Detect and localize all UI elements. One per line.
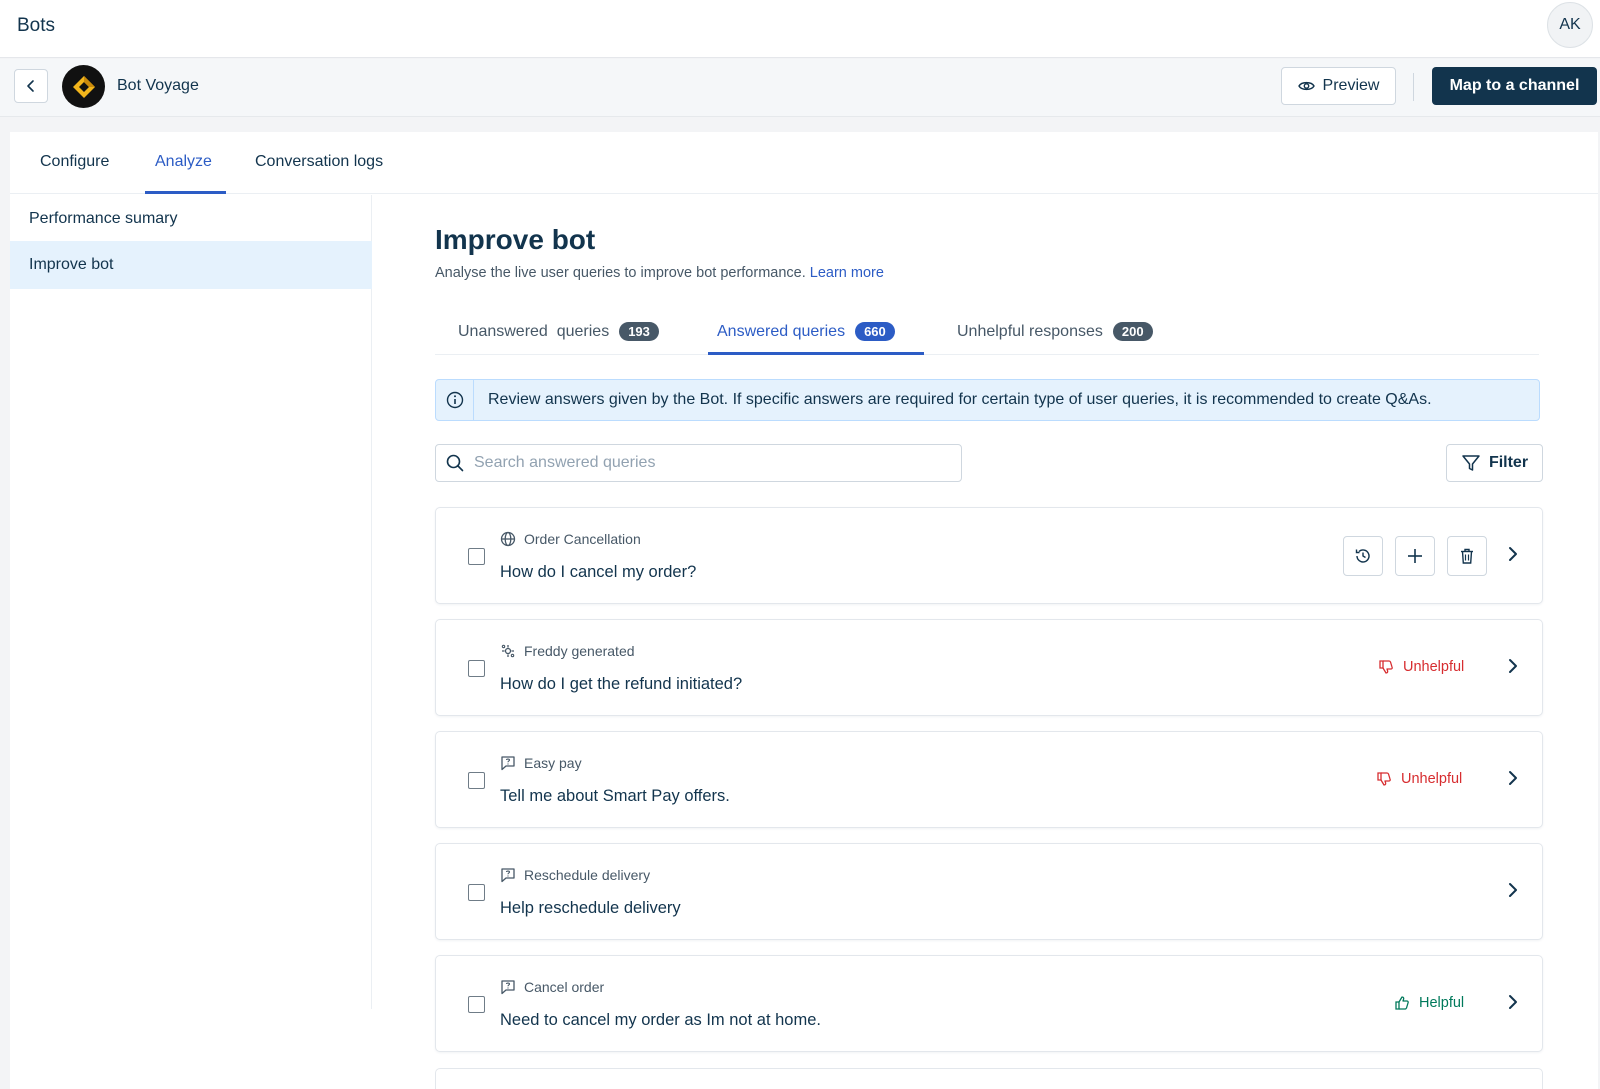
- preview-label: Preview: [1322, 77, 1380, 94]
- active-subtab-indicator: [708, 352, 924, 355]
- tab-label: Unhelpful responses: [957, 322, 1103, 340]
- chevron-right-icon[interactable]: [1506, 769, 1520, 787]
- query-text: Tell me about Smart Pay offers.: [500, 787, 730, 805]
- status-label: Unhelpful: [1403, 659, 1465, 675]
- delete-button[interactable]: [1447, 536, 1487, 576]
- query-card[interactable]: [435, 1068, 1543, 1089]
- sidebar: Performance sumary Improve bot: [10, 195, 372, 1009]
- query-card[interactable]: Reschedule delivery Help reschedule deli…: [435, 843, 1543, 940]
- sidebar-item-label: Performance sumary: [29, 210, 178, 227]
- status-badge: Helpful: [1394, 995, 1464, 1011]
- tab-configure[interactable]: Configure: [40, 153, 109, 171]
- tab-label: Unanswered queries: [458, 322, 610, 340]
- learn-more-link[interactable]: Learn more: [810, 265, 884, 281]
- tab-label: Answered queries: [717, 322, 846, 340]
- top-bar: Bots AK: [0, 0, 1600, 58]
- info-icon: [436, 380, 474, 420]
- status-label: Helpful: [1419, 995, 1465, 1011]
- sidebar-item-performance-summary[interactable]: Performance sumary: [10, 195, 372, 243]
- query-text: How do I cancel my order?: [500, 563, 697, 581]
- active-tab-indicator: [145, 191, 226, 194]
- tab-answered-queries[interactable]: Answered queries 660: [717, 322, 895, 341]
- chevron-right-icon[interactable]: [1506, 993, 1520, 1011]
- source-label: Order Cancellation: [524, 531, 641, 547]
- row-checkbox[interactable]: [468, 548, 485, 565]
- chevron-right-icon[interactable]: [1506, 657, 1520, 675]
- query-card[interactable]: Easy pay Tell me about Smart Pay offers.…: [435, 731, 1543, 828]
- bot-name: Bot Voyage: [117, 77, 199, 94]
- source-label: Reschedule delivery: [524, 867, 651, 883]
- chat-icon: [501, 756, 515, 771]
- query-text: Help reschedule delivery: [500, 899, 681, 917]
- filter-label: Filter: [1488, 454, 1529, 471]
- query-card[interactable]: Freddy generated How do I get the refund…: [435, 619, 1543, 716]
- query-source: Order Cancellation: [500, 531, 641, 547]
- divider: [1413, 73, 1414, 101]
- status-badge: Unhelpful: [1378, 659, 1464, 675]
- count-badge: 193: [619, 322, 659, 341]
- search-input[interactable]: [474, 454, 914, 472]
- sidebar-item-improve-bot[interactable]: Improve bot: [10, 241, 372, 289]
- bot-logo: [62, 65, 105, 108]
- tab-analyze[interactable]: Analyze: [155, 153, 212, 171]
- tab-unanswered-queries[interactable]: Unanswered queries 193: [458, 322, 659, 341]
- back-button[interactable]: [14, 69, 48, 103]
- query-card[interactable]: Order Cancellation How do I cancel my or…: [435, 507, 1543, 604]
- freddy-icon: [501, 644, 515, 658]
- query-text: How do I get the refund initiated?: [500, 675, 743, 693]
- source-label: Freddy generated: [524, 643, 635, 659]
- eye-icon: [1297, 81, 1315, 91]
- chat-icon: [501, 980, 515, 995]
- thumbs-up-icon: [1395, 996, 1409, 1010]
- query-tabs: Unanswered queries 193 Answered queries …: [435, 313, 1539, 355]
- thumbs-down-icon: [1377, 772, 1391, 786]
- page-subtitle: Analyse the live user queries to improve…: [435, 265, 884, 281]
- tab-unhelpful-responses[interactable]: Unhelpful responses 200: [957, 322, 1153, 341]
- info-banner: Review answers given by the Bot. If spec…: [435, 379, 1540, 421]
- preview-button[interactable]: Preview: [1281, 67, 1396, 105]
- trash-icon: [1461, 548, 1473, 564]
- app-title: Bots: [17, 15, 56, 36]
- user-avatar[interactable]: AK: [1547, 2, 1593, 48]
- query-source: Reschedule delivery: [500, 867, 650, 883]
- info-banner-text: Review answers given by the Bot. If spec…: [488, 391, 1432, 408]
- row-checkbox[interactable]: [468, 772, 485, 789]
- search-field[interactable]: [435, 444, 962, 482]
- count-badge: 200: [1112, 322, 1153, 341]
- sidebar-item-label: Improve bot: [29, 256, 114, 273]
- map-to-channel-button[interactable]: Map to a channel: [1432, 67, 1597, 105]
- bot-header-bar: Bot Voyage Preview Map to a channel: [0, 59, 1600, 117]
- query-card[interactable]: Cancel order Need to cancel my order as …: [435, 955, 1543, 1052]
- plus-icon: [1408, 549, 1422, 563]
- query-text: Need to cancel my order as Im not at hom…: [500, 1011, 821, 1029]
- chevron-right-icon[interactable]: [1506, 881, 1520, 899]
- tab-conversation-logs[interactable]: Conversation logs: [255, 153, 383, 171]
- globe-icon: [500, 531, 516, 547]
- source-label: Easy pay: [524, 755, 582, 771]
- add-button[interactable]: [1395, 536, 1435, 576]
- chevron-right-icon[interactable]: [1506, 545, 1520, 563]
- chevron-left-icon: [27, 80, 34, 92]
- subtitle-text: Analyse the live user queries to improve…: [435, 265, 806, 281]
- query-source: Cancel order: [500, 979, 604, 995]
- status-label: Unhelpful: [1401, 771, 1463, 787]
- row-checkbox[interactable]: [468, 884, 485, 901]
- filter-button[interactable]: Filter: [1446, 444, 1543, 482]
- row-checkbox[interactable]: [468, 660, 485, 677]
- chat-icon: [501, 868, 515, 883]
- main-tabs: Configure Analyze Conversation logs: [10, 132, 1598, 194]
- query-source: Freddy generated: [500, 643, 635, 659]
- search-icon: [446, 454, 464, 472]
- row-checkbox[interactable]: [468, 996, 485, 1013]
- status-badge: Unhelpful: [1376, 771, 1462, 787]
- query-source: Easy pay: [500, 755, 582, 771]
- history-button[interactable]: [1343, 536, 1383, 576]
- count-badge: 660: [855, 322, 895, 341]
- thumbs-down-icon: [1379, 660, 1393, 674]
- filter-icon: [1462, 455, 1480, 471]
- page-title: Improve bot: [435, 224, 596, 255]
- history-icon: [1355, 549, 1370, 563]
- source-label: Cancel order: [524, 979, 605, 995]
